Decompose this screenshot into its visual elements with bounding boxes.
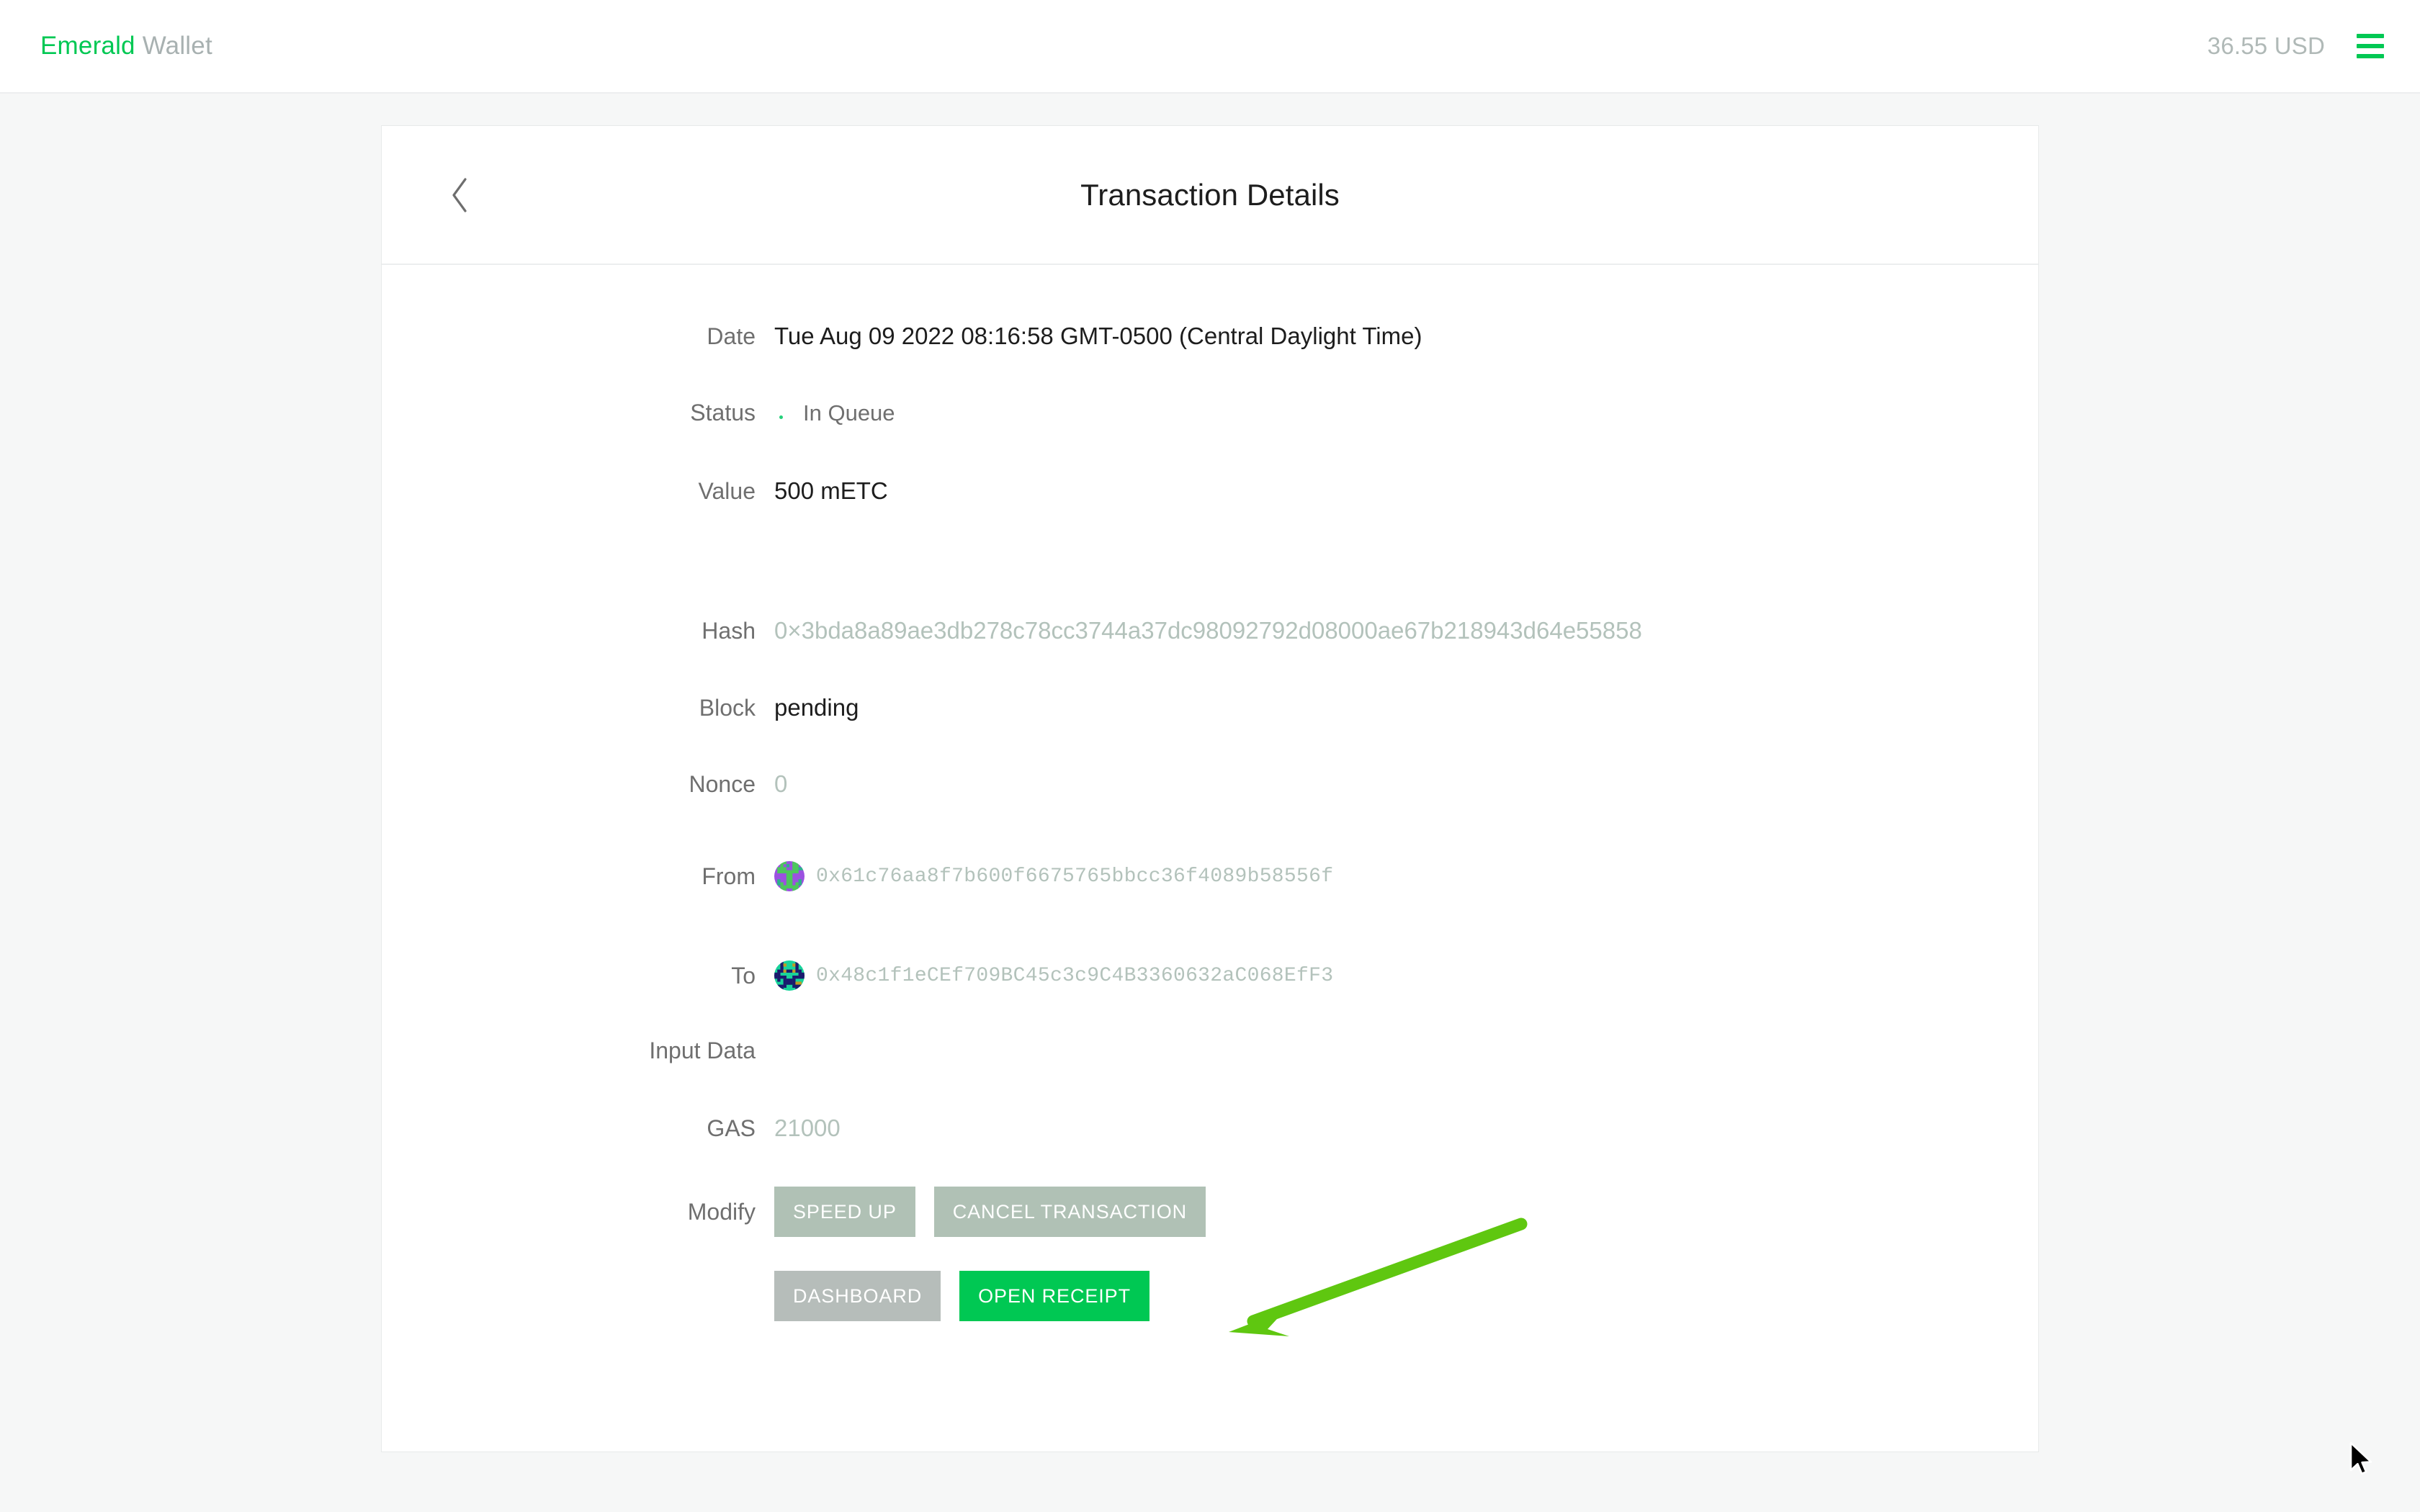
open-receipt-button[interactable]: OPEN RECEIPT xyxy=(959,1271,1150,1321)
brand-secondary: Wallet xyxy=(142,32,212,60)
cancel-transaction-button[interactable]: CANCEL TRANSACTION xyxy=(933,1187,1206,1237)
value-from[interactable]: 0x61c76aa8f7b600f6675765bbcc36f4089b5855… xyxy=(774,861,1333,891)
dashboard-button[interactable]: DASHBOARD xyxy=(774,1271,941,1321)
status-badge: In Queue xyxy=(803,400,895,426)
footer-actions: DASHBOARD OPEN RECEIPT xyxy=(774,1271,1150,1321)
footer-actions-row: DASHBOARD OPEN RECEIPT xyxy=(382,1271,2038,1321)
detail-row-gas: GAS 21000 xyxy=(382,1115,2038,1142)
label-value: Value xyxy=(698,477,756,504)
detail-row-from: From 0x61c76aa8f7b600f6675765bbcc36f4089… xyxy=(382,861,2038,891)
speed-up-button[interactable]: SPEED UP xyxy=(774,1187,915,1237)
card-header: Transaction Details xyxy=(382,126,2038,265)
app-header: Emerald Wallet 36.55 USD xyxy=(0,0,2420,94)
label-nonce: Nonce xyxy=(689,770,756,797)
from-address-text: 0x61c76aa8f7b600f6675765bbcc36f4089b5855… xyxy=(816,865,1334,888)
detail-row-status: Status In Queue xyxy=(382,400,2038,426)
label-to: To xyxy=(731,962,756,989)
value-amount: 500 mETC xyxy=(774,477,888,504)
to-address-text: 0x48c1f1eCEf709BC45c3c9C4B3360632aC068Ef… xyxy=(816,964,1334,987)
fiat-balance: 36.55 USD xyxy=(2207,32,2325,59)
label-modify: Modify xyxy=(687,1198,756,1225)
value-status: In Queue xyxy=(774,400,895,426)
value-hash[interactable]: 0×3bda8a89ae3db278c78cc3744a37dc98092792… xyxy=(774,617,1642,644)
detail-row-to: To 0x48c1f1eCEf709BC45c3c9C4B3360632aC06… xyxy=(382,960,2038,991)
value-gas: 21000 xyxy=(774,1115,841,1141)
label-date: Date xyxy=(707,323,756,349)
label-from: From xyxy=(702,863,756,889)
detail-row-input-data: Input Data xyxy=(382,1038,2038,1064)
page-title: Transaction Details xyxy=(1080,177,1340,212)
detail-row-nonce: Nonce 0 xyxy=(382,770,2038,798)
modify-actions: SPEED UP CANCEL TRANSACTION xyxy=(774,1187,1206,1237)
detail-row-block: Block pending xyxy=(382,694,2038,721)
spinner-icon xyxy=(774,401,799,426)
label-status: Status xyxy=(690,400,756,426)
detail-row-value: Value 500 mETC xyxy=(382,477,2038,505)
label-input-data: Input Data xyxy=(649,1038,756,1063)
label-hash: Hash xyxy=(702,617,756,644)
transaction-details-card: Transaction Details Date Tue Aug 09 2022… xyxy=(381,125,2039,1452)
value-nonce: 0 xyxy=(774,770,788,797)
value-date: Tue Aug 09 2022 08:16:58 GMT-0500 (Centr… xyxy=(774,323,1422,349)
label-block: Block xyxy=(699,694,756,721)
value-block: pending xyxy=(774,694,859,721)
app-brand: Emerald Wallet xyxy=(40,32,212,60)
hamburger-icon[interactable] xyxy=(2357,34,2384,58)
detail-row-modify: Modify SPEED UP CANCEL TRANSACTION xyxy=(382,1187,2038,1237)
mouse-cursor xyxy=(2349,1441,2372,1475)
label-gas: GAS xyxy=(707,1115,756,1141)
identicon-avatar xyxy=(774,960,805,991)
detail-row-hash: Hash 0×3bda8a89ae3db278c78cc3744a37dc980… xyxy=(382,617,2038,644)
brand-primary: Emerald xyxy=(40,32,135,60)
value-to[interactable]: 0x48c1f1eCEf709BC45c3c9C4B3360632aC068Ef… xyxy=(774,960,1333,991)
header-right-group: 36.55 USD xyxy=(2208,32,2384,60)
identicon-avatar xyxy=(774,861,805,891)
detail-row-date: Date Tue Aug 09 2022 08:16:58 GMT-0500 (… xyxy=(382,323,2038,350)
